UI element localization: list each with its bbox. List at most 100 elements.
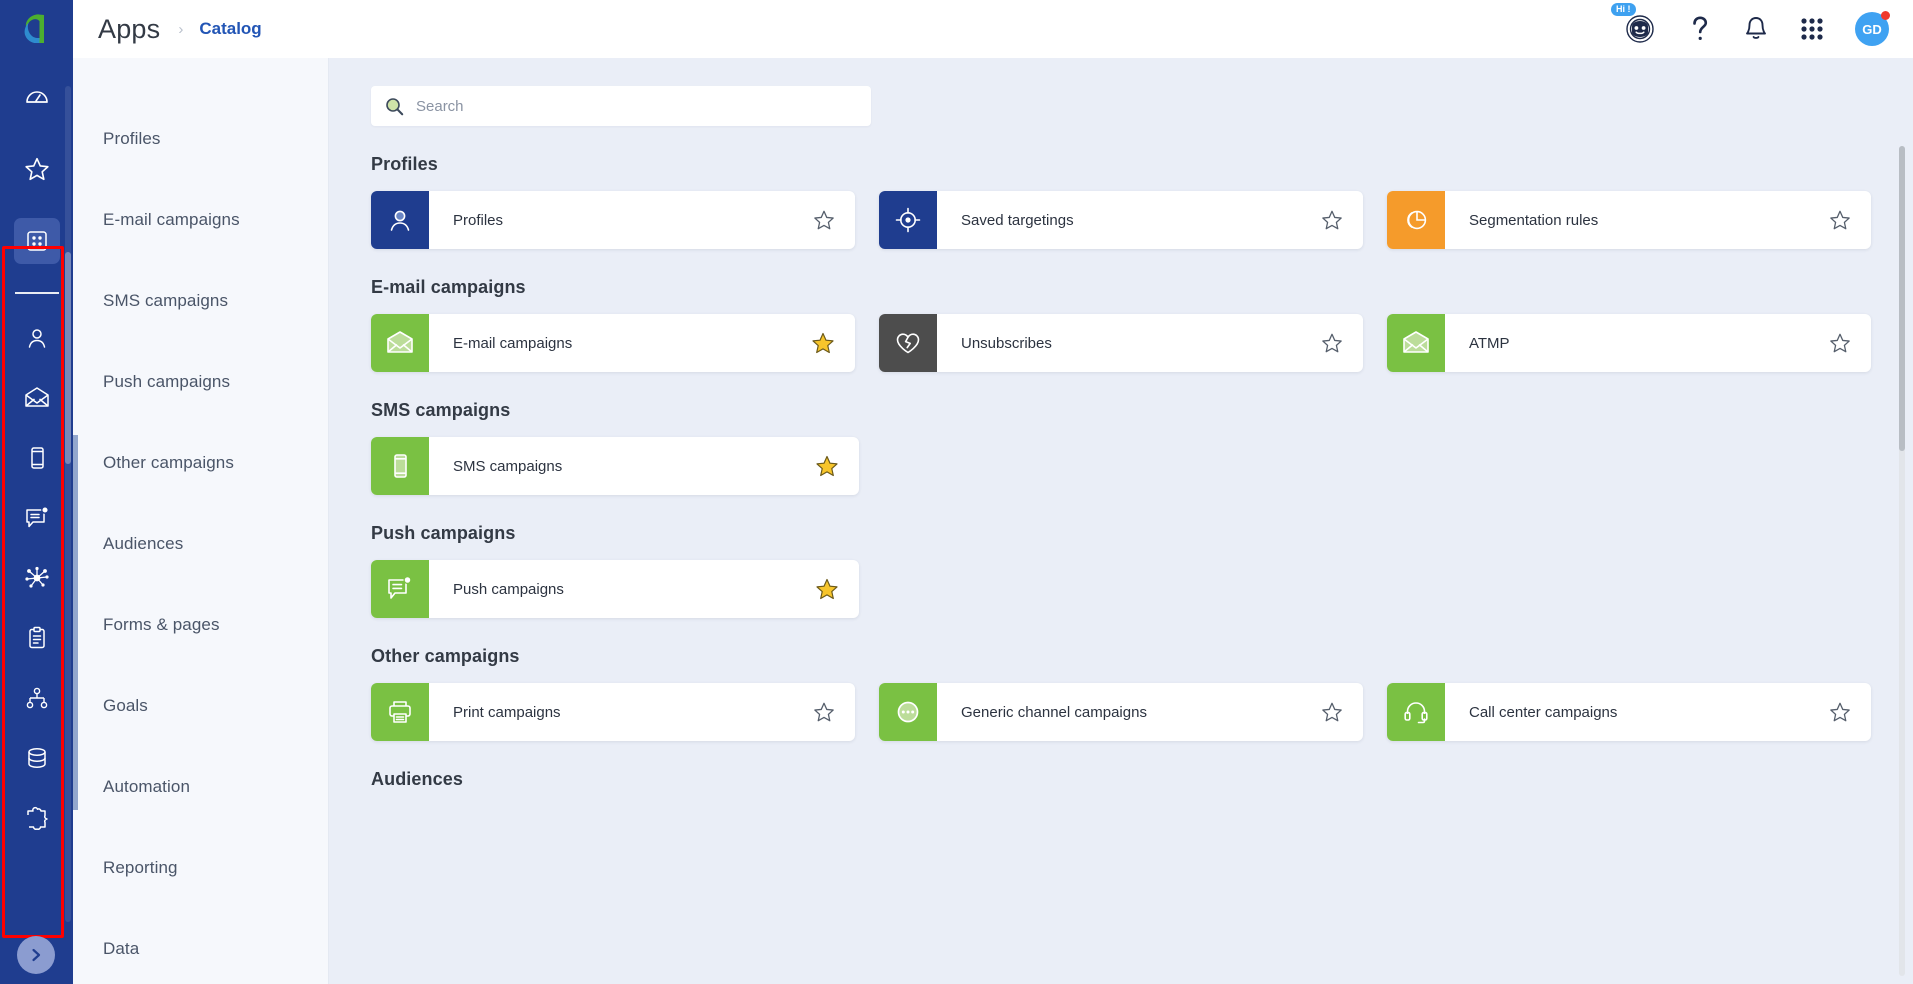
chatbot-icon [1623,12,1657,46]
rail-item-dashboard[interactable] [14,74,60,120]
card-label: Push campaigns [453,580,564,598]
favorite-star-button[interactable] [1321,701,1363,723]
search-input[interactable]: Search [371,86,871,126]
rail-item-integrations[interactable] [17,798,57,838]
target-crosshair-icon [894,206,922,234]
sidebar-item-reporting[interactable]: Reporting [73,827,328,908]
email-envelope-icon [24,386,50,410]
rail-item-data[interactable] [17,738,57,778]
favorite-star-button[interactable] [813,209,855,231]
rail-item-push[interactable] [17,498,57,538]
app-card-print-campaigns[interactable]: Print campaigns [371,683,855,741]
app-card-saved-targetings[interactable]: Saved targetings [879,191,1363,249]
favorite-star-button[interactable] [811,331,855,355]
rail-item-audiences[interactable] [17,558,57,598]
chatbot-button[interactable]: Hi ! [1611,3,1657,46]
favorite-star-button[interactable] [815,577,859,601]
notifications-button[interactable] [1743,15,1769,43]
card-label: Print campaigns [453,703,561,721]
sidebar-item-email-campaigns[interactable]: E-mail campaigns [73,179,328,260]
card-icon-tile [371,560,429,618]
section-title: Push campaigns [371,523,516,543]
sidebar-item-label: Automation [103,776,190,796]
top-header: Apps › Catalog Hi ! GD [73,0,1913,58]
sidebar-item-audiences[interactable]: Audiences [73,503,328,584]
card-icon-tile [879,683,937,741]
section-title: Other campaigns [371,646,520,666]
sidebar-item-goals[interactable]: Goals [73,665,328,746]
rail-item-email[interactable] [17,378,57,418]
card-icon-tile [371,437,429,495]
sidebar-item-label: Reporting [103,857,178,877]
avatar[interactable]: GD [1855,11,1890,46]
search-placeholder: Search [416,97,464,115]
favorite-star-button[interactable] [1829,209,1871,231]
app-card-push-campaigns[interactable]: Push campaigns [371,560,859,618]
rail-module-icons [0,304,73,858]
page-title: Apps [98,13,161,44]
favorite-star-button[interactable] [1829,701,1871,723]
app-card-segmentation-rules[interactable]: Segmentation rules [1387,191,1871,249]
section-title: E-mail campaigns [371,277,526,297]
main-content: Search Profiles Profiles Saved targeting… [329,58,1913,984]
app-card-call-center-campaigns[interactable]: Call center campaigns [1387,683,1871,741]
sidebar-item-push-campaigns[interactable]: Push campaigns [73,341,328,422]
sidebar-item-automation[interactable]: Automation [73,746,328,827]
card-label: Saved targetings [961,211,1074,229]
headset-icon [1402,698,1430,726]
section-email-campaigns: E-mail campaigns E-mail campaigns Unsubs… [371,277,1871,372]
app-card-profiles[interactable]: Profiles [371,191,855,249]
brand-logo[interactable] [0,0,73,58]
rail-item-favorites[interactable] [14,146,60,192]
rail-item-forms[interactable] [17,618,57,658]
sidebar-item-forms-pages[interactable]: Forms & pages [73,584,328,665]
favorite-star-button[interactable] [1321,209,1363,231]
app-card-sms-campaigns[interactable]: SMS campaigns [371,437,859,495]
bell-icon [1743,15,1769,43]
breadcrumb[interactable]: Catalog [199,19,261,39]
primary-icon-rail [0,0,73,984]
apps-grid-button[interactable] [1799,16,1825,42]
sidebar-item-label: Profiles [103,128,161,148]
breadcrumb-separator-icon: › [178,20,184,38]
card-row: E-mail campaigns Unsubscribes ATMP [371,314,1871,372]
app-card-unsubscribes[interactable]: Unsubscribes [879,314,1363,372]
rail-scrollbar-thumb[interactable] [65,252,71,464]
sidebar-item-data[interactable]: Data [73,908,328,984]
card-label: SMS campaigns [453,457,563,475]
sidebar-item-profiles[interactable]: Profiles [73,98,328,179]
section-audiences: Audiences [371,769,1871,790]
ellipsis-circle-icon [894,698,922,726]
app-card-generic-channel-campaigns[interactable]: Generic channel campaigns [879,683,1363,741]
card-label: E-mail campaigns [453,334,573,352]
card-icon-tile [1387,191,1445,249]
app-card-email-campaigns[interactable]: E-mail campaigns [371,314,855,372]
favorite-star-button[interactable] [1321,332,1363,354]
sidebar-item-label: Goals [103,695,148,715]
rail-item-automation[interactable] [17,678,57,718]
secondary-sidebar: Profiles E-mail campaigns SMS campaigns … [73,0,329,984]
sidebar-item-label: E-mail campaigns [103,209,240,229]
favorite-star-button[interactable] [1829,332,1871,354]
sidebar-item-sms-campaigns[interactable]: SMS campaigns [73,260,328,341]
help-button[interactable] [1687,15,1713,43]
rail-item-profiles[interactable] [17,318,57,358]
favorite-star-button[interactable] [813,701,855,723]
sidebar-item-other-campaigns[interactable]: Other campaigns [73,422,328,503]
rail-item-sms[interactable] [17,438,57,478]
section-other-campaigns: Other campaigns Print campaigns Generic … [371,646,1871,741]
push-message-icon [24,506,50,530]
rail-expand-button[interactable] [17,936,55,974]
section-profiles: Profiles Profiles Saved targetings Segme… [371,154,1871,249]
main-scrollbar-thumb[interactable] [1899,146,1905,451]
card-label: Unsubscribes [961,334,1052,352]
rail-item-apps[interactable] [13,218,60,264]
favorite-star-button[interactable] [815,454,859,478]
app-card-atmp[interactable]: ATMP [1387,314,1871,372]
star-icon [24,156,50,182]
apps-grid-icon [25,229,49,253]
envelope-icon [385,329,415,357]
sidebar-scrollbar-thumb[interactable] [73,435,78,810]
card-row: Print campaigns Generic channel campaign… [371,683,1871,741]
section-sms-campaigns: SMS campaigns SMS campaigns [371,400,1871,495]
